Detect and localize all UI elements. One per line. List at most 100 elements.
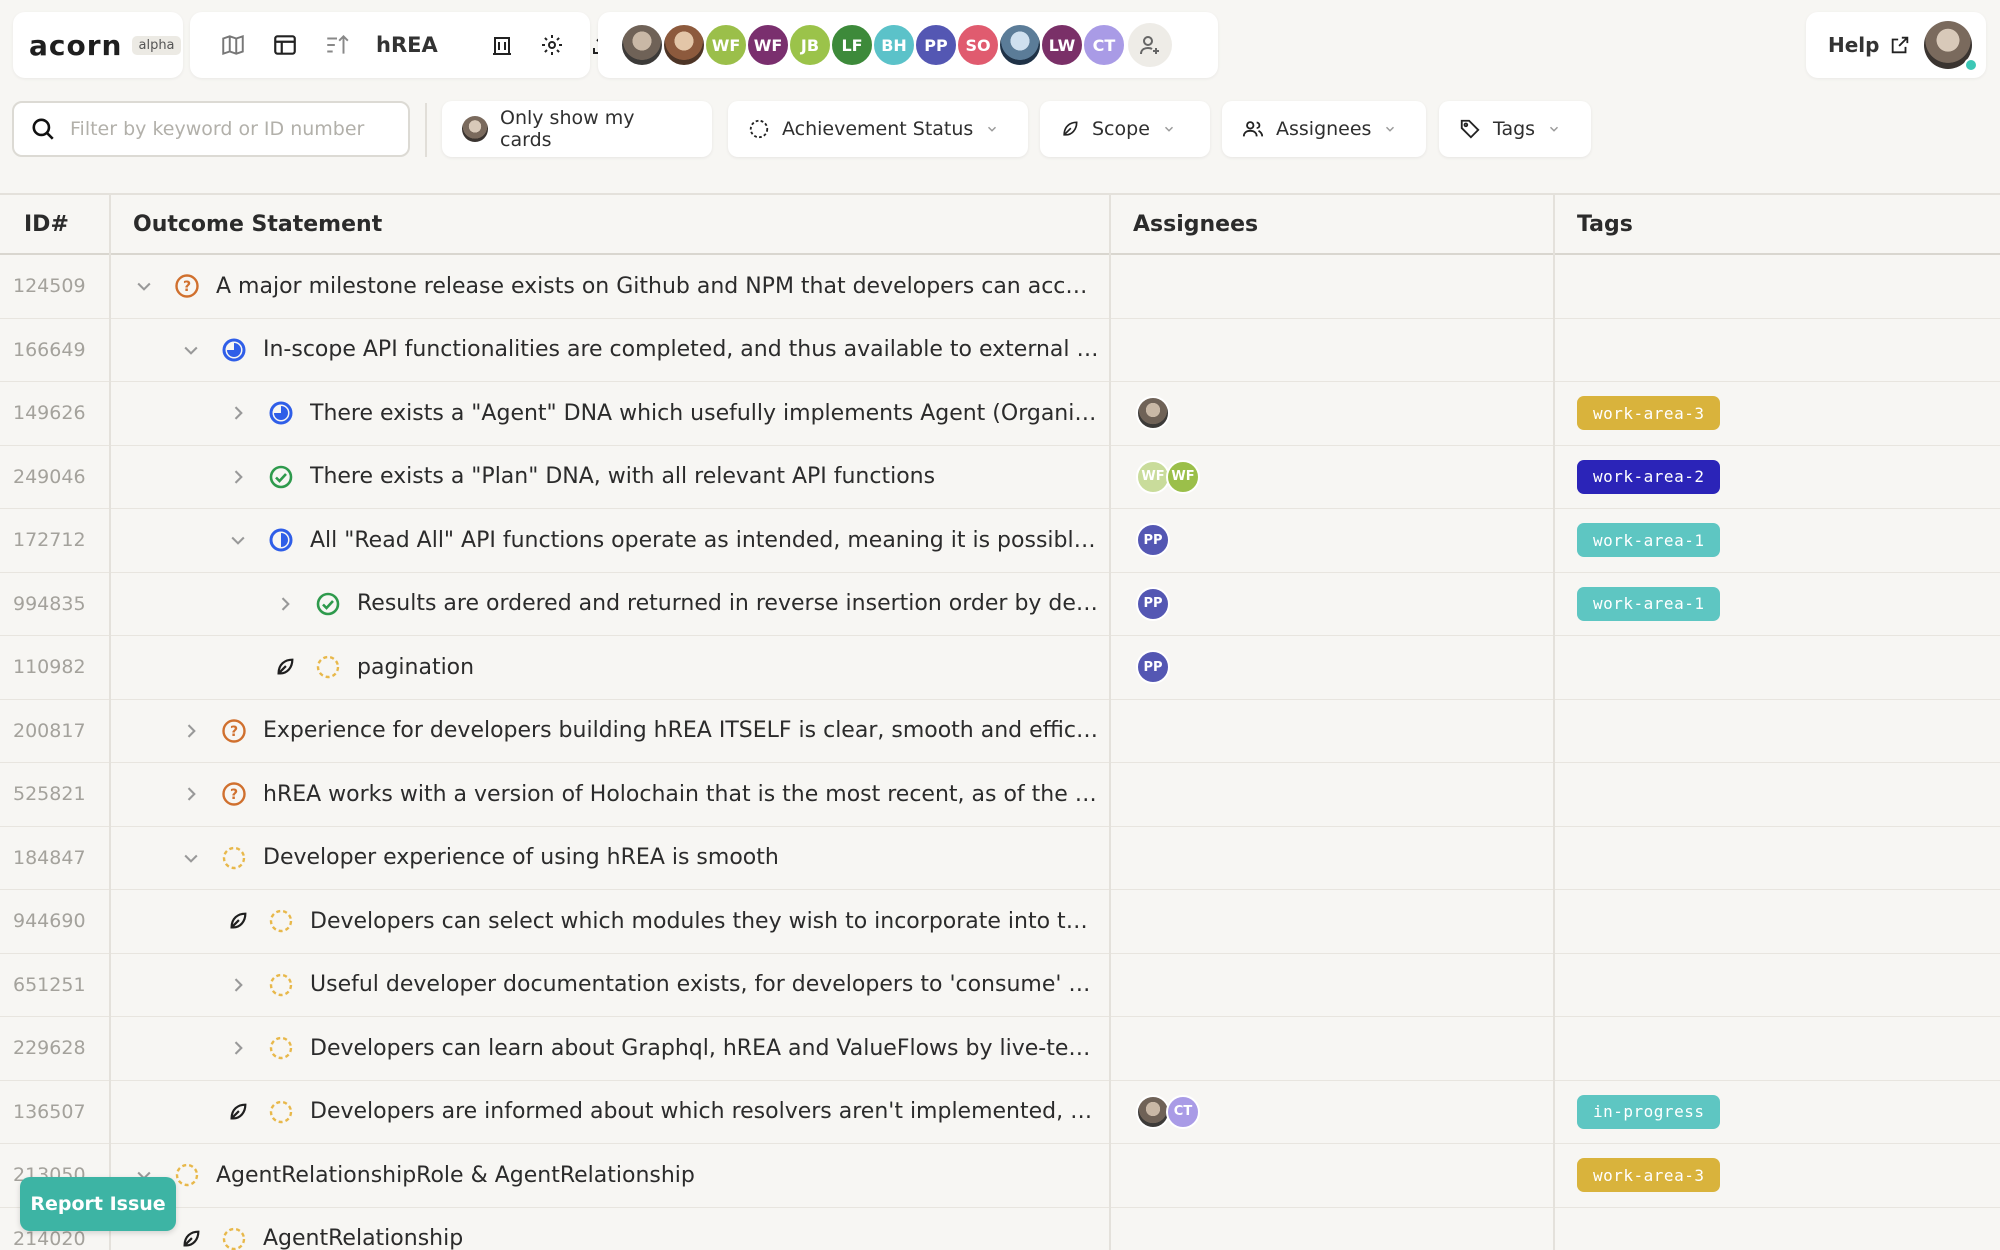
expand-toggle[interactable] xyxy=(273,592,297,616)
column-header-id[interactable]: ID# xyxy=(24,195,69,253)
expand-toggle[interactable] xyxy=(226,465,250,489)
member-avatar[interactable]: CT xyxy=(1082,23,1126,67)
outcome-statement[interactable]: There exists a "Plan" DNA, with all rele… xyxy=(310,464,935,489)
map-icon[interactable] xyxy=(220,31,246,59)
member-avatar[interactable]: SO xyxy=(956,23,1000,67)
table-row[interactable]: 149626 There exists a "Agent" DNA which u… xyxy=(0,382,2000,446)
member-avatar[interactable]: LF xyxy=(830,23,874,67)
project-name[interactable]: hREA xyxy=(376,33,438,57)
table-row[interactable]: 166649 In-scope API functionalities are c… xyxy=(0,319,2000,382)
sort-icon[interactable] xyxy=(324,31,350,59)
outcome-cell[interactable]: All "Read All" API functions operate as … xyxy=(226,509,1100,572)
outcome-statement[interactable]: Developers are informed about which reso… xyxy=(310,1099,1100,1124)
outcome-cell[interactable]: AgentRelationship xyxy=(179,1208,1100,1250)
member-avatar[interactable] xyxy=(662,23,706,67)
collapse-toggle[interactable] xyxy=(226,528,250,552)
assignees-filter[interactable]: Assignees xyxy=(1222,101,1426,157)
outcome-cell[interactable]: There exists a "Agent" DNA which usefull… xyxy=(226,382,1100,445)
search-box[interactable] xyxy=(12,101,410,157)
logo-card[interactable]: acorn alpha xyxy=(13,12,183,78)
assignee-avatar[interactable] xyxy=(1136,1094,1170,1129)
outcome-statement[interactable]: Developers can learn about Graphql, hREA… xyxy=(310,1036,1100,1061)
outcome-cell[interactable]: There exists a "Plan" DNA, with all rele… xyxy=(226,446,1100,509)
outcome-statement[interactable]: Results are ordered and returned in reve… xyxy=(357,591,1100,616)
report-issue-button[interactable]: Report Issue xyxy=(20,1177,176,1231)
tags-filter[interactable]: Tags xyxy=(1439,101,1591,157)
member-avatar[interactable]: JB xyxy=(788,23,832,67)
collapse-toggle[interactable] xyxy=(179,338,203,362)
outcome-statement[interactable]: pagination xyxy=(357,655,474,680)
column-header-tags[interactable]: Tags xyxy=(1577,195,1633,253)
collapse-toggle[interactable] xyxy=(132,274,156,298)
outcome-cell[interactable]: Developers can learn about Graphql, hREA… xyxy=(226,1017,1100,1080)
assignee-avatar[interactable]: PP xyxy=(1136,523,1170,558)
assignee-avatar[interactable]: PP xyxy=(1136,650,1170,685)
member-avatar[interactable]: LW xyxy=(1040,23,1084,67)
table-row[interactable]: 525821? hREA works with a version of Holo… xyxy=(0,763,2000,827)
tag-badge[interactable]: work-area-1 xyxy=(1577,523,1721,558)
outcome-cell[interactable]: In-scope API functionalities are complet… xyxy=(179,319,1100,382)
gear-icon[interactable] xyxy=(540,31,564,59)
outcome-cell[interactable]: Developers are informed about which reso… xyxy=(226,1081,1100,1144)
table-row[interactable]: 124509? A major milestone release exists … xyxy=(0,255,2000,319)
member-avatar[interactable]: WF xyxy=(704,23,748,67)
bank-icon[interactable] xyxy=(490,31,514,59)
outcome-statement[interactable]: Experience for developers building hREA … xyxy=(263,718,1100,743)
outcome-cell[interactable]: pagination xyxy=(273,636,1100,699)
expand-toggle[interactable] xyxy=(226,973,250,997)
outcome-cell[interactable]: ? Experience for developers building hREA… xyxy=(179,700,1100,763)
column-header-outcome[interactable]: Outcome Statement xyxy=(133,195,382,253)
tag-badge[interactable]: work-area-3 xyxy=(1577,1158,1721,1193)
outcome-statement[interactable]: Developers can select which modules they… xyxy=(310,909,1100,934)
outcome-cell[interactable]: ? hREA works with a version of Holochain … xyxy=(179,763,1100,826)
outcome-statement[interactable]: Useful developer documentation exists, f… xyxy=(310,972,1100,997)
help-link[interactable]: Help xyxy=(1828,33,1879,57)
assignee-avatar[interactable]: CT xyxy=(1166,1094,1200,1129)
member-avatar[interactable]: PP xyxy=(914,23,958,67)
outcome-cell[interactable]: Useful developer documentation exists, f… xyxy=(226,954,1100,1017)
table-row[interactable]: 944690 Developers can select which module… xyxy=(0,890,2000,954)
table-icon[interactable] xyxy=(272,31,298,59)
invite-member-button[interactable] xyxy=(1128,23,1172,67)
member-avatar[interactable]: BH xyxy=(872,23,916,67)
outcome-cell[interactable]: AgentRelationshipRole & AgentRelationshi… xyxy=(132,1144,1100,1207)
outcome-statement[interactable]: AgentRelationship xyxy=(263,1226,463,1250)
outcome-cell[interactable]: ? A major milestone release exists on Git… xyxy=(132,255,1100,318)
member-avatar[interactable] xyxy=(620,23,664,67)
outcome-statement[interactable]: AgentRelationshipRole & AgentRelationshi… xyxy=(216,1163,695,1188)
outcome-statement[interactable]: A major milestone release exists on Gith… xyxy=(216,274,1100,299)
outcome-statement[interactable]: In-scope API functionalities are complet… xyxy=(263,337,1100,362)
expand-toggle[interactable] xyxy=(179,719,203,743)
scope-filter[interactable]: Scope xyxy=(1040,101,1210,157)
table-row[interactable]: 172712 All "Read All" API functions opera… xyxy=(0,509,2000,573)
assignee-avatar[interactable]: WF xyxy=(1136,459,1170,494)
outcome-statement[interactable]: There exists a "Agent" DNA which usefull… xyxy=(310,401,1100,426)
table-row[interactable]: 200817? Experience for developers buildin… xyxy=(0,700,2000,763)
only-my-cards-filter[interactable]: Only show my cards xyxy=(442,101,712,157)
outcome-statement[interactable]: Developer experience of using hREA is sm… xyxy=(263,845,779,870)
outcome-cell[interactable]: Developers can select which modules they… xyxy=(226,890,1100,953)
expand-toggle[interactable] xyxy=(179,782,203,806)
outcome-statement[interactable]: All "Read All" API functions operate as … xyxy=(310,528,1100,553)
tag-badge[interactable]: work-area-2 xyxy=(1577,459,1721,494)
assignee-avatar[interactable] xyxy=(1136,396,1170,431)
table-row[interactable]: 651251 Useful developer documentation exi… xyxy=(0,954,2000,1017)
tag-badge[interactable]: in-progress xyxy=(1577,1094,1721,1129)
table-row[interactable]: 214020 AgentRelationship xyxy=(0,1208,2000,1250)
external-link-icon[interactable] xyxy=(1889,34,1911,56)
expand-toggle[interactable] xyxy=(226,401,250,425)
outcome-statement[interactable]: hREA works with a version of Holochain t… xyxy=(263,782,1100,807)
table-row[interactable]: 213050 AgentRelationshipRole & AgentRelat… xyxy=(0,1144,2000,1208)
table-row[interactable]: 229628 Developers can learn about Graphql… xyxy=(0,1017,2000,1081)
outcome-cell[interactable]: Developer experience of using hREA is sm… xyxy=(179,827,1100,890)
assignee-avatar[interactable]: WF xyxy=(1166,459,1200,494)
member-avatar[interactable] xyxy=(998,23,1042,67)
table-row[interactable]: 110982 pagination PP xyxy=(0,636,2000,700)
column-header-assignees[interactable]: Assignees xyxy=(1133,195,1258,253)
tag-badge[interactable]: work-area-1 xyxy=(1577,586,1721,621)
search-input[interactable] xyxy=(70,118,390,140)
expand-toggle[interactable] xyxy=(226,1036,250,1060)
achievement-status-filter[interactable]: Achievement Status xyxy=(728,101,1028,157)
outcome-cell[interactable]: Results are ordered and returned in reve… xyxy=(273,573,1100,636)
collapse-toggle[interactable] xyxy=(179,846,203,870)
